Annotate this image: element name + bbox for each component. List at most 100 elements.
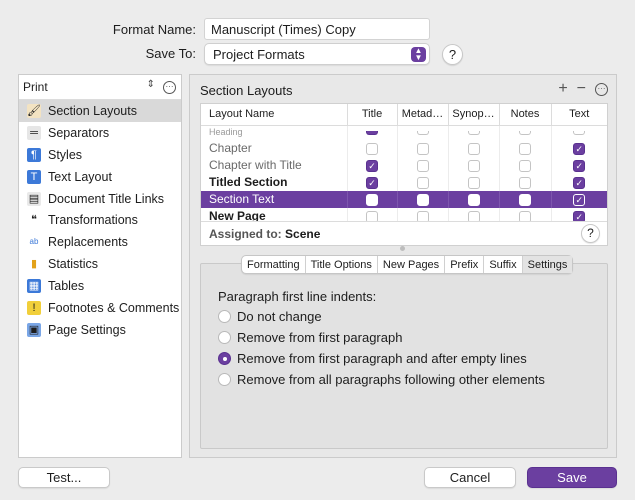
assigned-help-button[interactable]: ? bbox=[581, 224, 600, 243]
sidebar-item-statistics[interactable]: ▮ Statistics bbox=[19, 253, 181, 275]
quotes-icon: ❝ bbox=[31, 214, 37, 227]
metadata-checkbox[interactable] bbox=[416, 131, 429, 136]
sidebar-item-replacements[interactable]: ab Replacements bbox=[19, 231, 181, 253]
styles-icon: ¶ bbox=[27, 147, 41, 162]
table-row[interactable]: Section Text ✓ bbox=[201, 190, 607, 208]
column-header-layout-name[interactable]: Layout Name bbox=[201, 104, 348, 126]
updown-icon: ⇕ bbox=[146, 79, 155, 90]
sidebar-item-label: Document Title Links bbox=[48, 191, 165, 206]
indent-option[interactable]: Remove from all paragraphs following oth… bbox=[218, 372, 545, 387]
save-to-value: Project Formats bbox=[213, 47, 305, 62]
synopsis-checkbox[interactable] bbox=[467, 159, 480, 172]
synopsis-checkbox[interactable] bbox=[467, 142, 480, 155]
metadata-checkbox[interactable] bbox=[416, 142, 429, 155]
title-checkbox[interactable]: ✓ bbox=[366, 176, 378, 189]
text-checkbox[interactable] bbox=[573, 131, 586, 136]
sidebar-category-popup[interactable]: Print ⇕ ··· bbox=[19, 75, 181, 100]
synopsis-cell bbox=[448, 156, 500, 174]
indent-option[interactable]: Remove from first paragraph and after em… bbox=[218, 351, 527, 366]
tab-settings[interactable]: Settings bbox=[522, 256, 573, 273]
column-header-title[interactable]: Title bbox=[347, 104, 398, 126]
test-button[interactable]: Test... bbox=[18, 467, 110, 488]
indent-option-label: Remove from first paragraph and after em… bbox=[237, 351, 527, 366]
layouts-table: Layout Name Title Metad… Synop… Notes Te… bbox=[200, 103, 608, 246]
tab-formatting[interactable]: Formatting bbox=[242, 256, 306, 273]
sidebar-item-label: Replacements bbox=[48, 235, 128, 250]
add-layout-button[interactable]: + bbox=[558, 80, 567, 98]
layout-name-cell[interactable]: Chapter bbox=[201, 139, 348, 157]
sidebar-list: 🖌 Section Layouts ═ Separators ¶ Styles T Text … bbox=[19, 100, 181, 341]
column-header-notes[interactable]: Notes bbox=[499, 104, 552, 126]
title-checkbox[interactable] bbox=[366, 193, 378, 206]
table-row[interactable]: Titled Section ✓ ✓ bbox=[201, 173, 607, 191]
text-cell: ✓ bbox=[551, 190, 607, 208]
more-options-icon[interactable]: ··· bbox=[595, 82, 608, 96]
sidebar-item-section-layouts[interactable]: 🖌 Section Layouts bbox=[19, 100, 181, 122]
column-header-metadata[interactable]: Metad… bbox=[397, 104, 449, 126]
text-checkbox[interactable]: ✓ bbox=[573, 159, 586, 172]
sidebar-item-transformations[interactable]: ❝ Transformations bbox=[19, 209, 181, 231]
sidebar-item-page-settings[interactable]: ▣ Page Settings bbox=[19, 319, 181, 341]
sidebar-item-styles[interactable]: ¶ Styles bbox=[19, 144, 181, 166]
table-row[interactable]: Chapter with Title ✓ ✓ bbox=[201, 156, 607, 174]
sidebar-item-separators[interactable]: ═ Separators bbox=[19, 122, 181, 144]
title-cell bbox=[347, 139, 398, 157]
popup-stepper-icon: ▲ ▼ bbox=[411, 47, 426, 62]
radio-button[interactable] bbox=[218, 352, 231, 365]
title-cell bbox=[347, 190, 398, 208]
notes-checkbox[interactable] bbox=[519, 159, 531, 172]
radio-button[interactable] bbox=[218, 331, 231, 344]
synopsis-cell bbox=[448, 190, 500, 208]
indent-option[interactable]: Remove from first paragraph bbox=[218, 330, 402, 345]
title-checkbox[interactable] bbox=[366, 131, 378, 136]
sidebar-item-document-title-links[interactable]: ▤ Document Title Links bbox=[19, 188, 181, 210]
title-checkbox[interactable]: ✓ bbox=[366, 159, 378, 172]
metadata-checkbox[interactable] bbox=[416, 193, 429, 206]
radio-button[interactable] bbox=[218, 373, 231, 386]
layout-name-cell[interactable]: Titled Section bbox=[201, 173, 348, 191]
format-name-field[interactable]: Manuscript (Times) Copy bbox=[204, 18, 430, 40]
tab-title-options[interactable]: Title Options bbox=[306, 256, 378, 273]
notes-checkbox[interactable] bbox=[519, 193, 531, 206]
remove-layout-button[interactable]: − bbox=[577, 80, 586, 98]
help-button[interactable]: ? bbox=[442, 44, 463, 65]
save-to-popup[interactable]: Project Formats ▲ ▼ bbox=[204, 43, 430, 65]
layout-name-cell[interactable]: Chapter with Title bbox=[201, 156, 348, 174]
sidebar-item-label: Footnotes & Comments bbox=[48, 300, 180, 315]
text-checkbox[interactable]: ✓ bbox=[573, 142, 586, 155]
table-row[interactable]: Heading bbox=[201, 125, 607, 140]
synopsis-checkbox[interactable] bbox=[467, 176, 480, 189]
notes-checkbox[interactable] bbox=[519, 176, 531, 189]
notes-checkbox[interactable] bbox=[519, 142, 531, 155]
sidebar-item-label: Section Layouts bbox=[48, 103, 137, 118]
text-layout-icon: T bbox=[27, 169, 41, 184]
indent-option-label: Remove from all paragraphs following oth… bbox=[237, 372, 545, 387]
column-header-synopsis[interactable]: Synop… bbox=[448, 104, 500, 126]
sidebar-item-tables[interactable]: ▦ Tables bbox=[19, 275, 181, 297]
layout-name-cell[interactable]: Heading bbox=[201, 125, 348, 140]
radio-button[interactable] bbox=[218, 310, 231, 323]
title-checkbox[interactable] bbox=[366, 142, 378, 155]
tab-new-pages[interactable]: New Pages bbox=[378, 256, 446, 273]
column-header-text[interactable]: Text bbox=[551, 104, 607, 126]
text-checkbox[interactable]: ✓ bbox=[573, 176, 586, 189]
notes-checkbox[interactable] bbox=[519, 131, 531, 136]
save-button[interactable]: Save bbox=[527, 467, 617, 488]
metadata-checkbox[interactable] bbox=[416, 159, 429, 172]
metadata-checkbox[interactable] bbox=[416, 176, 429, 189]
table-row[interactable]: Chapter ✓ bbox=[201, 139, 607, 157]
split-handle[interactable] bbox=[400, 246, 405, 251]
cancel-button[interactable]: Cancel bbox=[424, 467, 516, 488]
tab-prefix[interactable]: Prefix bbox=[445, 256, 485, 273]
sidebar-item-footnotes-comments[interactable]: ! Footnotes & Comments bbox=[19, 297, 181, 319]
sidebar-item-text-layout[interactable]: T Text Layout bbox=[19, 166, 181, 188]
tab-suffix[interactable]: Suffix bbox=[484, 256, 523, 273]
more-options-icon[interactable]: ··· bbox=[163, 81, 176, 94]
layout-name-cell[interactable]: Section Text bbox=[201, 190, 348, 208]
synopsis-checkbox[interactable] bbox=[467, 193, 480, 206]
indent-option[interactable]: Do not change bbox=[218, 309, 322, 324]
sidebar-item-label: Separators bbox=[48, 125, 110, 140]
synopsis-checkbox[interactable] bbox=[467, 131, 480, 136]
tab-bar: Formatting Title Options New Pages Prefix Su… bbox=[241, 255, 574, 274]
text-checkbox[interactable]: ✓ bbox=[573, 193, 586, 206]
